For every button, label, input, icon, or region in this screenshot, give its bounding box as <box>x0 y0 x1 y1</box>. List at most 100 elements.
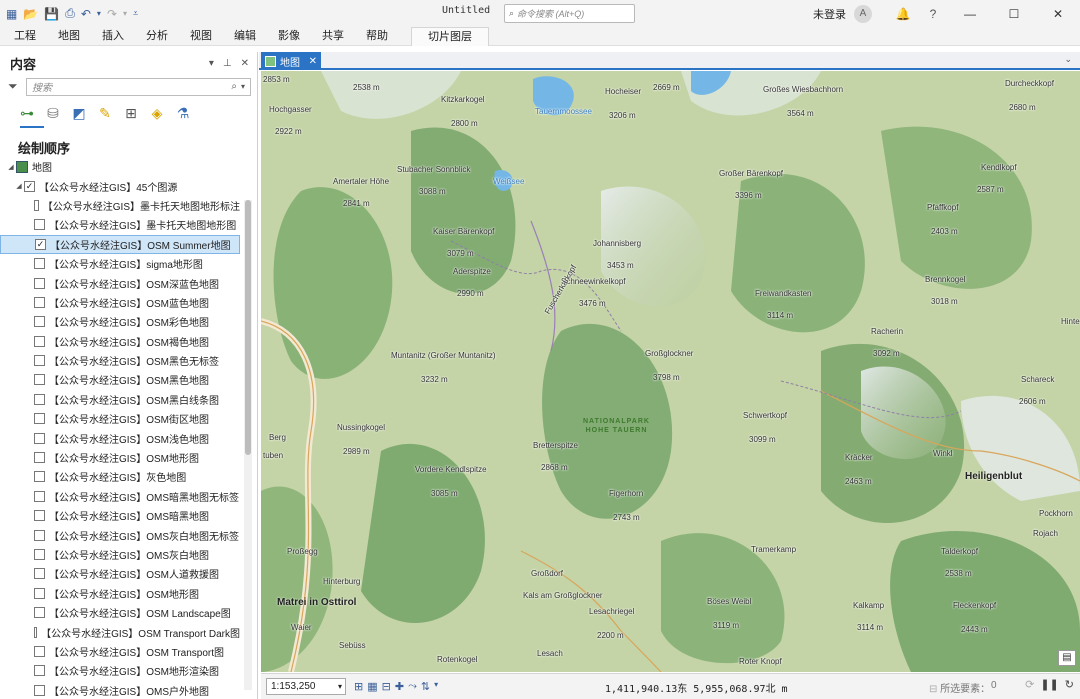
layer-visibility-checkbox[interactable] <box>34 258 45 270</box>
layer-visibility-checkbox[interactable]: ✓ <box>35 238 46 250</box>
layer-item[interactable]: 【公众号水经注GIS】OSM人道救援图 <box>0 564 240 583</box>
layer-visibility-checkbox[interactable] <box>34 316 45 328</box>
layer-visibility-checkbox[interactable] <box>34 549 45 560</box>
pause-drawing-icon[interactable]: ❚❚ <box>1040 678 1058 691</box>
layer-visibility-checkbox[interactable] <box>34 529 45 541</box>
tab-analysis[interactable]: 分析 <box>135 27 179 46</box>
notification-bell-icon[interactable]: 🔔 <box>888 7 918 21</box>
navigation-icon[interactable]: ⤳ <box>408 680 417 693</box>
tab-insert[interactable]: 插入 <box>91 27 135 46</box>
scrollbar-thumb[interactable] <box>245 200 251 455</box>
layer-item[interactable]: 【公众号水经注GIS】OSM街区地图 <box>0 409 240 428</box>
tab-tile-layer[interactable]: 切片图层 <box>411 26 489 46</box>
close-pane-icon[interactable]: ✕ <box>241 58 249 69</box>
contents-search-input[interactable]: 搜索 ⌕ ▾ <box>26 77 251 96</box>
layer-item[interactable]: 【公众号水经注GIS】墨卡托天地图地形标注 <box>0 196 240 215</box>
open-folder-icon[interactable]: 📂 <box>23 7 38 21</box>
layer-item[interactable]: 【公众号水经注GIS】OSM Transport图 <box>0 642 240 661</box>
close-tab-icon[interactable]: ✕ <box>309 56 317 67</box>
help-button[interactable]: ? <box>918 7 948 21</box>
chevron-down-icon[interactable]: ▾ <box>434 680 438 693</box>
layer-visibility-checkbox[interactable] <box>34 568 45 580</box>
layer-item[interactable]: 【公众号水经注GIS】sigma地形图 <box>0 254 240 273</box>
layer-item[interactable]: 【公众号水经注GIS】OSM地形图 <box>0 448 240 467</box>
layer-item[interactable]: 【公众号水经注GIS】OSM地形渲染图 <box>0 661 240 680</box>
layer-item[interactable]: 【公众号水经注GIS】墨卡托天地图地形图 <box>0 215 240 234</box>
grid-icon[interactable]: ⊟ <box>382 680 391 693</box>
layer-visibility-checkbox[interactable] <box>34 490 45 502</box>
layer-item[interactable]: 【公众号水经注GIS】OSM Transport Dark图 <box>0 622 240 641</box>
tab-edit[interactable]: 编辑 <box>223 27 267 46</box>
pane-options-icon[interactable]: ▾ <box>209 58 214 69</box>
layer-item[interactable]: 【公众号水经注GIS】OSM黑色无标签 <box>0 351 240 370</box>
refresh-icon[interactable]: ⟳ <box>1025 678 1034 691</box>
tab-help[interactable]: 帮助 <box>355 27 399 46</box>
collapse-icon[interactable]: ◢ <box>14 182 24 190</box>
save-icon[interactable]: 💾 <box>44 7 59 21</box>
layer-visibility-checkbox[interactable] <box>34 199 39 211</box>
group-layer-node[interactable]: ◢ ✓ 【公众号水经注GIS】45个图源 <box>0 176 248 195</box>
layer-item[interactable]: 【公众号水经注GIS】OMS户外地图 <box>0 681 240 699</box>
tab-map-view[interactable]: 地图 ✕ <box>261 52 321 70</box>
redo-icon[interactable]: ↷ <box>107 7 117 21</box>
tab-view[interactable]: 视图 <box>179 27 223 46</box>
layer-visibility-checkbox[interactable] <box>34 355 45 367</box>
layer-visibility-checkbox[interactable] <box>34 296 45 308</box>
refresh-map-icon[interactable]: ↻ <box>1065 678 1074 691</box>
layer-item[interactable]: 【公众号水经注GIS】OSM褐色地图 <box>0 332 240 351</box>
search-options-icon[interactable]: ▾ <box>241 82 245 91</box>
perspective-view-icon[interactable]: ⚗ <box>174 104 192 122</box>
minimize-button[interactable]: — <box>948 7 992 21</box>
map-canvas[interactable]: 2853 m 2538 m Hochgasser 2922 m Kitzkark… <box>261 71 1080 672</box>
layer-visibility-checkbox[interactable] <box>34 374 45 386</box>
layer-visibility-checkbox[interactable] <box>34 277 45 289</box>
redo-dropdown-icon[interactable]: ▾ <box>123 9 127 18</box>
editing-view-icon[interactable]: ✎ <box>96 104 114 122</box>
layer-visibility-checkbox[interactable] <box>34 510 45 522</box>
layer-visibility-checkbox[interactable] <box>34 684 45 696</box>
snapping-view-icon[interactable]: ⊞ <box>122 104 140 122</box>
customize-toolbar-icon[interactable]: ⩡ <box>133 8 138 19</box>
layer-item[interactable]: 【公众号水经注GIS】OSM彩色地图 <box>0 312 240 331</box>
layer-visibility-checkbox[interactable] <box>34 471 45 483</box>
layer-visibility-checkbox[interactable] <box>34 645 45 657</box>
collapse-icon[interactable]: ◢ <box>6 163 16 171</box>
sign-in-status[interactable]: 未登录 <box>813 6 846 22</box>
map-node[interactable]: ◢ 地图 <box>0 157 248 176</box>
table-icon[interactable]: ▦ <box>367 680 377 693</box>
layer-visibility-checkbox[interactable] <box>34 432 45 444</box>
undo-icon[interactable]: ↶ <box>81 7 91 21</box>
undo-dropdown-icon[interactable]: ▾ <box>97 9 101 18</box>
filter-icon[interactable]: ⏷ <box>8 79 26 94</box>
full-extent-icon[interactable]: ⊞ <box>354 680 363 693</box>
print-icon[interactable]: ⎙ <box>65 6 75 21</box>
layer-item[interactable]: 【公众号水经注GIS】OSM地形图 <box>0 584 240 603</box>
user-avatar-icon[interactable]: A <box>854 4 872 23</box>
layer-visibility-checkbox[interactable] <box>34 607 45 619</box>
map-chat-icon[interactable]: ▤ <box>1058 650 1076 666</box>
drawing-order-icon[interactable]: ⊶ <box>18 104 36 122</box>
close-window-button[interactable]: ✕ <box>1036 7 1080 21</box>
tab-map[interactable]: 地图 <box>47 27 91 46</box>
layer-item[interactable]: 【公众号水经注GIS】OMS暗黑地图 <box>0 506 240 525</box>
command-search-input[interactable]: ⌕ 命令搜索 (Alt+Q) <box>504 4 635 23</box>
tab-list-chevron-icon[interactable]: ⌄ <box>1064 54 1072 65</box>
labeling-view-icon[interactable]: ◈ <box>148 104 166 122</box>
tab-project[interactable]: 工程 <box>0 27 47 46</box>
layer-item[interactable]: ✓ 【公众号水经注GIS】OSM Summer地图 <box>0 234 240 254</box>
rotation-icon[interactable]: ⇅ <box>421 680 430 693</box>
layer-visibility-checkbox[interactable] <box>34 335 45 347</box>
layer-visibility-checkbox[interactable] <box>34 665 45 677</box>
layer-item[interactable]: 【公众号水经注GIS】OSM深蓝色地图 <box>0 273 240 292</box>
layer-item[interactable]: 【公众号水经注GIS】OMS暗黑地图无标签 <box>0 487 240 506</box>
layer-item[interactable]: 【公众号水经注GIS】OMS灰白地图 <box>0 545 240 564</box>
pin-icon[interactable]: ⊥ <box>223 58 232 69</box>
layer-item[interactable]: 【公众号水经注GIS】OMS灰白地图无标签 <box>0 525 240 544</box>
layer-visibility-checkbox[interactable] <box>34 626 38 638</box>
layer-visibility-checkbox[interactable] <box>34 452 45 464</box>
tab-imagery[interactable]: 影像 <box>267 27 311 46</box>
group-visibility-checkbox[interactable]: ✓ <box>24 180 35 192</box>
layer-item[interactable]: 【公众号水经注GIS】OSM黑色地图 <box>0 370 240 389</box>
data-source-icon[interactable]: ⛁ <box>44 104 62 122</box>
layer-visibility-checkbox[interactable] <box>34 393 45 405</box>
